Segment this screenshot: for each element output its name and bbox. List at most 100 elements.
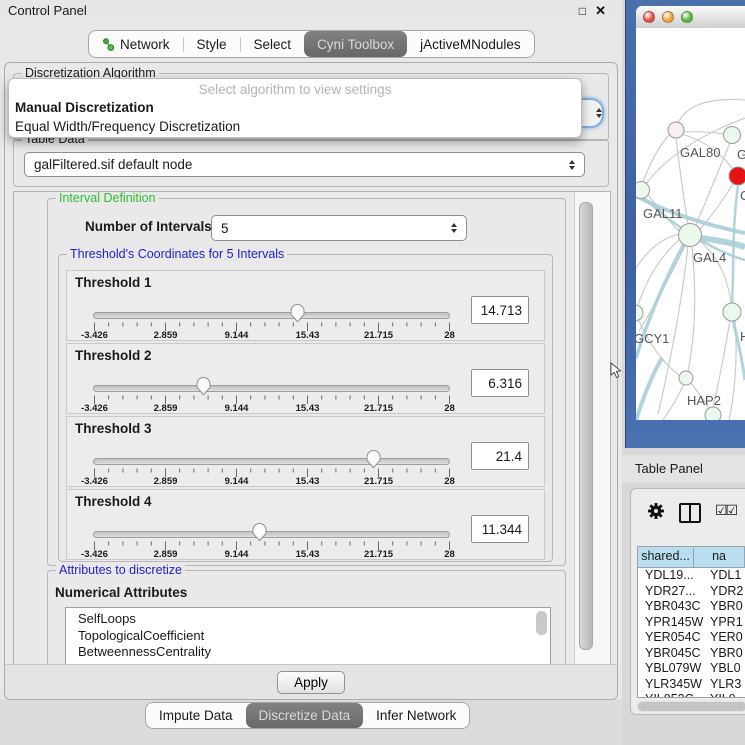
threshold-slider[interactable]: -3.4262.8599.14415.4321.71528 bbox=[93, 301, 451, 339]
tab-select[interactable]: Select bbox=[241, 31, 305, 57]
horizontal-scrollbar[interactable] bbox=[637, 701, 745, 712]
table-row[interactable]: YER054CYER0 bbox=[638, 630, 745, 646]
cell-name[interactable]: YDL1 bbox=[704, 568, 741, 584]
tab-network[interactable]: Network bbox=[89, 31, 183, 57]
network-node-c[interactable] bbox=[729, 167, 745, 185]
network-node-gal11[interactable] bbox=[636, 182, 650, 199]
tab-style[interactable]: Style bbox=[184, 31, 240, 57]
table-row[interactable]: YDL19...YDL1 bbox=[638, 568, 745, 584]
table-row[interactable]: YDR27...YDR2 bbox=[638, 584, 745, 600]
table-row[interactable]: YIL052CYIL0 bbox=[638, 692, 745, 698]
slider-track[interactable] bbox=[93, 385, 450, 392]
slider-track[interactable] bbox=[93, 312, 450, 319]
table-row[interactable]: YBL079WYBL0 bbox=[638, 661, 745, 677]
network-edge[interactable] bbox=[643, 135, 669, 182]
tab-impute-data[interactable]: Impute Data bbox=[146, 703, 246, 728]
scrollbar-thumb[interactable] bbox=[638, 702, 745, 711]
minimize-traffic-light[interactable] bbox=[662, 11, 674, 23]
network-node-hap2[interactable] bbox=[679, 371, 693, 385]
table-data-select[interactable]: galFiltered.sif default node bbox=[24, 152, 585, 177]
network-node-gcy1[interactable] bbox=[636, 305, 643, 321]
table-row[interactable]: YPR145WYPR1 bbox=[638, 615, 745, 631]
threshold-value-field[interactable]: 6.316 bbox=[471, 369, 529, 397]
threshold-label: Threshold 4 bbox=[75, 494, 152, 509]
network-edge[interactable] bbox=[688, 247, 695, 371]
tab-discretize-data[interactable]: Discretize Data bbox=[246, 703, 364, 728]
network-graph[interactable]: GAL80GALCGAL11GAL4GCY1HHAP2 bbox=[636, 28, 745, 420]
tab-infer-network[interactable]: Infer Network bbox=[363, 703, 469, 728]
close-icon[interactable]: ✕ bbox=[595, 0, 606, 22]
cell-name[interactable]: YBR0 bbox=[704, 599, 743, 615]
close-traffic-light[interactable] bbox=[643, 11, 655, 23]
threshold-slider[interactable]: -3.4262.8599.14415.4321.71528 bbox=[93, 447, 451, 485]
split-table-icon[interactable] bbox=[679, 503, 701, 523]
table-row[interactable]: YBR045CYBR0 bbox=[638, 646, 745, 662]
slider-track[interactable] bbox=[93, 531, 450, 538]
cell-name[interactable]: YBR0 bbox=[704, 646, 743, 662]
cell-shared-name[interactable]: YBR045C bbox=[638, 646, 704, 662]
column-header-na[interactable]: na bbox=[694, 547, 745, 567]
network-view-canvas[interactable]: GAL80GALCGAL11GAL4GCY1HHAP2 bbox=[636, 28, 745, 420]
numerical-attributes-list[interactable]: SelfLoopsTopologicalCoefficientBetweenne… bbox=[65, 607, 551, 665]
attribute-item[interactable]: TopologicalCoefficient bbox=[78, 628, 550, 645]
algorithm-combobox-fragment[interactable] bbox=[582, 98, 604, 128]
cell-shared-name[interactable]: YBR043C bbox=[638, 599, 704, 615]
cell-name[interactable]: YER0 bbox=[704, 630, 743, 646]
cell-shared-name[interactable]: YDR27... bbox=[638, 584, 704, 600]
scrollbar-thumb[interactable] bbox=[579, 202, 593, 650]
cell-name[interactable]: YLR3 bbox=[704, 677, 741, 693]
slider-track[interactable] bbox=[93, 458, 450, 465]
zoom-traffic-light[interactable] bbox=[681, 11, 693, 23]
tab-cyni-toolbox[interactable]: Cyni Toolbox bbox=[304, 31, 407, 57]
threshold-slider[interactable]: -3.4262.8599.14415.4321.71528 bbox=[93, 374, 451, 412]
cell-name[interactable]: YIL0 bbox=[704, 692, 736, 698]
tab-jactivemnodules[interactable]: jActiveMNodules bbox=[407, 31, 534, 57]
cell-shared-name[interactable]: YPR145W bbox=[638, 615, 704, 631]
algorithm-option-equal-width[interactable]: Equal Width/Frequency Discretization bbox=[9, 118, 581, 137]
cell-shared-name[interactable]: YER054C bbox=[638, 630, 704, 646]
cell-shared-name[interactable]: YLR345W bbox=[638, 677, 704, 693]
threshold-value-field[interactable]: 14.713 bbox=[471, 296, 529, 324]
number-of-intervals-select[interactable]: 5 bbox=[211, 215, 467, 241]
slider-thumb[interactable] bbox=[365, 449, 382, 470]
network-node-gal4[interactable] bbox=[679, 224, 702, 247]
table-panel-titlebar: Table Panel bbox=[622, 455, 745, 483]
cell-shared-name[interactable]: YIL052C bbox=[638, 692, 704, 698]
table-row[interactable]: YLR345WYLR3 bbox=[638, 677, 745, 693]
network-edge[interactable] bbox=[678, 99, 745, 123]
attribute-item[interactable]: SelfLoops bbox=[78, 611, 550, 628]
checkbox-filter-icons[interactable]: ☑☑ bbox=[715, 502, 736, 519]
column-header-shared[interactable]: shared... bbox=[638, 547, 694, 567]
table-row[interactable]: YBR043CYBR0 bbox=[638, 599, 745, 615]
network-node[interactable] bbox=[705, 407, 721, 420]
algorithm-placeholder-option[interactable]: Select algorithm to view settings bbox=[9, 79, 581, 99]
network-edge-highlighted[interactable] bbox=[636, 358, 662, 420]
table-panel-body: ☑☑ shared...na YDL19...YDL1YDR27...YDR2Y… bbox=[630, 488, 745, 715]
attribute-item[interactable]: BetweennessCentrality bbox=[78, 644, 550, 661]
cell-name[interactable]: YPR1 bbox=[704, 615, 743, 631]
network-node-h[interactable] bbox=[723, 303, 741, 321]
cell-name[interactable]: YBL0 bbox=[704, 661, 741, 677]
vertical-scrollbar[interactable] bbox=[574, 192, 611, 664]
threshold-value-field[interactable]: 21.4 bbox=[471, 442, 529, 470]
cell-shared-name[interactable]: YDL19... bbox=[638, 568, 704, 584]
network-edge[interactable] bbox=[729, 321, 736, 420]
node-table[interactable]: shared...na YDL19...YDL1YDR27...YDR2YBR0… bbox=[637, 546, 745, 698]
threshold-value-field[interactable]: 11.344 bbox=[471, 515, 529, 543]
network-edge[interactable] bbox=[684, 132, 724, 134]
cell-name[interactable]: YDR2 bbox=[704, 584, 743, 600]
cell-shared-name[interactable]: YBL079W bbox=[638, 661, 704, 677]
network-node-gal[interactable] bbox=[724, 127, 741, 144]
slider-thumb[interactable] bbox=[289, 303, 306, 324]
combo-stepper-icon bbox=[569, 160, 575, 170]
apply-button[interactable]: Apply bbox=[277, 671, 345, 694]
threshold-slider[interactable]: -3.4262.8599.14415.4321.71528 bbox=[93, 520, 451, 558]
slider-thumb[interactable] bbox=[251, 522, 268, 543]
slider-thumb[interactable] bbox=[195, 376, 212, 397]
gear-icon[interactable] bbox=[647, 502, 665, 520]
algorithm-option-manual[interactable]: Manual Discretization bbox=[9, 99, 581, 118]
float-window-icon[interactable]: □ bbox=[579, 0, 586, 22]
network-edge[interactable] bbox=[663, 384, 684, 420]
network-node-gal80[interactable] bbox=[668, 122, 684, 138]
list-scrollbar[interactable] bbox=[536, 611, 547, 635]
